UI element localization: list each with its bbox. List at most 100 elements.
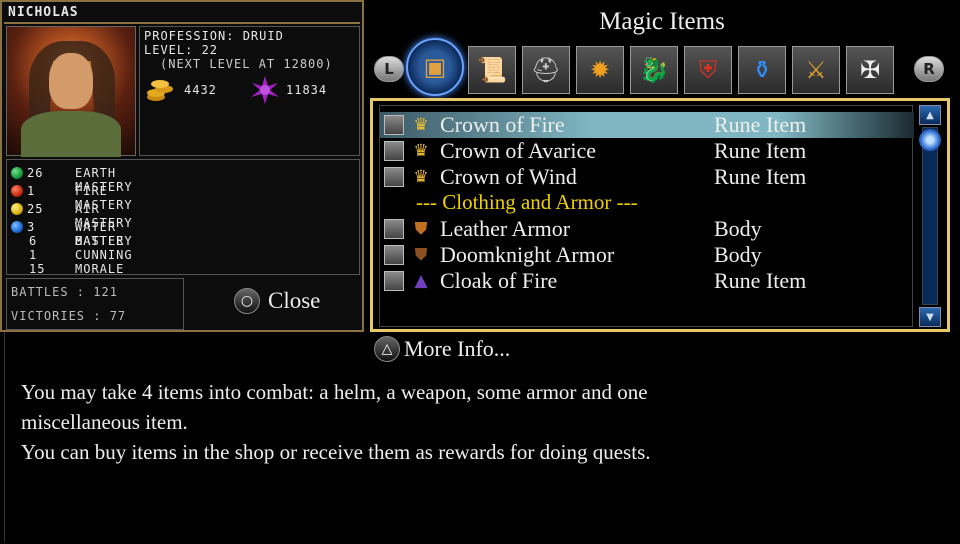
gold-amount: 4432	[184, 83, 217, 97]
mastery-value: 1	[27, 184, 36, 198]
page-title: Magic Items	[599, 8, 725, 35]
shield-icon: ⛨	[699, 56, 717, 84]
item-checkbox[interactable]	[384, 271, 404, 291]
item-type: Rune Item	[714, 112, 807, 137]
item-checkbox[interactable]	[384, 141, 404, 161]
tab-scroll[interactable]: 📜	[468, 46, 516, 94]
item-list-panel: ♛ Crown of Fire Rune Item ♛ Crown of Ava…	[370, 98, 950, 332]
tab-cross[interactable]: ✠	[846, 46, 894, 94]
level-text: LEVEL: 22	[144, 43, 219, 57]
item-name: Crown of Fire	[440, 112, 565, 137]
item-type: Rune Item	[714, 138, 807, 163]
next-level-text: (NEXT LEVEL AT 12800)	[160, 57, 333, 71]
tab-sun-amulet[interactable]: ✹	[576, 46, 624, 94]
description-box: You may take 4 items into combat: a helm…	[4, 332, 957, 542]
scroll-up-icon[interactable]: ▲	[919, 105, 941, 125]
scroll-thumb[interactable]	[919, 129, 941, 151]
gold-coins-icon	[147, 80, 173, 101]
treasure-chest-icon: ▣	[423, 53, 447, 81]
water-orb-icon	[11, 221, 23, 233]
battle-record: BATTLES : 121 VICTORIES : 77	[6, 278, 184, 330]
tab-flail[interactable]: ⚔	[792, 46, 840, 94]
victories-count: VICTORIES : 77	[11, 309, 127, 323]
item-list: ♛ Crown of Fire Rune Item ♛ Crown of Ava…	[379, 105, 914, 327]
item-type: Rune Item	[714, 268, 807, 293]
stat-value: 6	[29, 234, 38, 248]
mastery-value: 25	[27, 202, 44, 216]
stats-box: PROFESSION: DRUID LEVEL: 22 (NEXT LEVEL …	[139, 26, 360, 156]
mastery-value: 3	[27, 220, 36, 234]
section-header: --- Clothing and Armor ---	[416, 190, 638, 214]
earth-orb-icon	[11, 167, 23, 179]
item-type: Rune Item	[714, 164, 807, 189]
armor-icon: ⛊	[414, 219, 428, 239]
stat-value: 15	[29, 262, 46, 276]
tab-shield[interactable]: ⛨	[684, 46, 732, 94]
list-item[interactable]: ♛ Crown of Avarice Rune Item	[380, 138, 914, 164]
battles-count: BATTLES : 121	[11, 285, 118, 299]
flail-icon: ⚔	[805, 56, 827, 84]
scroll-icon: 📜	[477, 56, 507, 84]
armor-icon: ⛊	[414, 245, 428, 265]
triangle-button-icon: △	[374, 336, 400, 362]
description-line: miscellaneous item.	[21, 410, 188, 434]
list-item[interactable]: ▲ Cloak of Fire Rune Item	[380, 268, 914, 294]
cloak-icon: ▲	[414, 271, 428, 291]
tab-treasure-chest[interactable]: ▣	[406, 38, 464, 96]
stat-label: MORALE	[75, 262, 125, 276]
crown-icon: ♛	[413, 167, 429, 187]
list-item[interactable]: ♛ Crown of Wind Rune Item	[380, 164, 914, 190]
divider	[4, 22, 360, 24]
profession-text: PROFESSION: DRUID	[144, 29, 284, 43]
dragon-icon: 🐉	[639, 56, 669, 84]
mastery-value: 26	[27, 166, 44, 180]
more-info-button[interactable]: △ More Info...	[374, 336, 510, 362]
stat-label: CUNNING	[75, 248, 133, 262]
fire-orb-icon	[11, 185, 23, 197]
circle-button-icon: ○	[234, 288, 260, 314]
item-checkbox[interactable]	[384, 167, 404, 187]
l-shoulder-button[interactable]: L	[374, 56, 404, 82]
crown-icon: ♛	[413, 141, 429, 161]
item-type: Body	[714, 216, 762, 241]
crystal-amount: 11834	[286, 83, 328, 97]
list-item[interactable]: ♛ Crown of Fire Rune Item	[380, 112, 914, 138]
crown-icon: ♛	[413, 115, 429, 135]
tab-potion[interactable]: ⚱	[738, 46, 786, 94]
description-line: You may take 4 items into combat: a helm…	[21, 380, 648, 404]
item-checkbox[interactable]	[384, 219, 404, 239]
scrollbar[interactable]: ▲ ▼	[919, 105, 941, 327]
more-info-label: More Info...	[404, 336, 511, 361]
character-portrait	[6, 26, 136, 157]
crystal-icon	[251, 76, 279, 104]
description-line: You can buy items in the shop or receive…	[21, 440, 651, 464]
close-label: Close	[268, 288, 321, 313]
air-orb-icon	[11, 203, 23, 215]
item-type: Body	[714, 242, 762, 267]
scroll-down-icon[interactable]: ▼	[919, 307, 941, 327]
tab-helmet[interactable]: ⛑	[522, 46, 570, 94]
r-shoulder-button[interactable]: R	[914, 56, 944, 82]
portrait-face	[49, 53, 93, 109]
scroll-track[interactable]	[922, 127, 938, 305]
close-button[interactable]: ○ Close	[234, 286, 320, 316]
item-checkbox[interactable]	[384, 245, 404, 265]
item-name: Leather Armor	[440, 216, 571, 241]
item-name: Crown of Wind	[440, 164, 577, 189]
item-name: Cloak of Fire	[440, 268, 558, 293]
potion-icon: ⚱	[751, 56, 773, 84]
item-name: Crown of Avarice	[440, 138, 596, 163]
portrait-body	[21, 111, 121, 157]
list-item[interactable]: ⛊ Doomknight Armor Body	[380, 242, 914, 268]
item-checkbox[interactable]	[384, 115, 404, 135]
stat-value: 1	[29, 248, 38, 262]
list-item[interactable]: ⛊ Leather Armor Body	[380, 216, 914, 242]
mastery-list: 26 EARTH MASTERY 1 FIRE MASTERY 25 AIR M…	[6, 159, 360, 276]
item-name: Doomknight Armor	[440, 242, 615, 267]
stat-label: BATTLE	[75, 234, 125, 248]
cross-icon: ✠	[859, 56, 881, 84]
tab-dragon[interactable]: 🐉	[630, 46, 678, 94]
category-tab-bar: L ▣ 📜 ⛑ ✹ 🐉 ⛨ ⚱ ⚔ ✠ R	[372, 38, 952, 98]
character-name: NICHOLAS	[8, 5, 79, 20]
character-panel: NICHOLAS PROFESSION: DRUID LEVEL: 22 (NE…	[0, 0, 364, 332]
